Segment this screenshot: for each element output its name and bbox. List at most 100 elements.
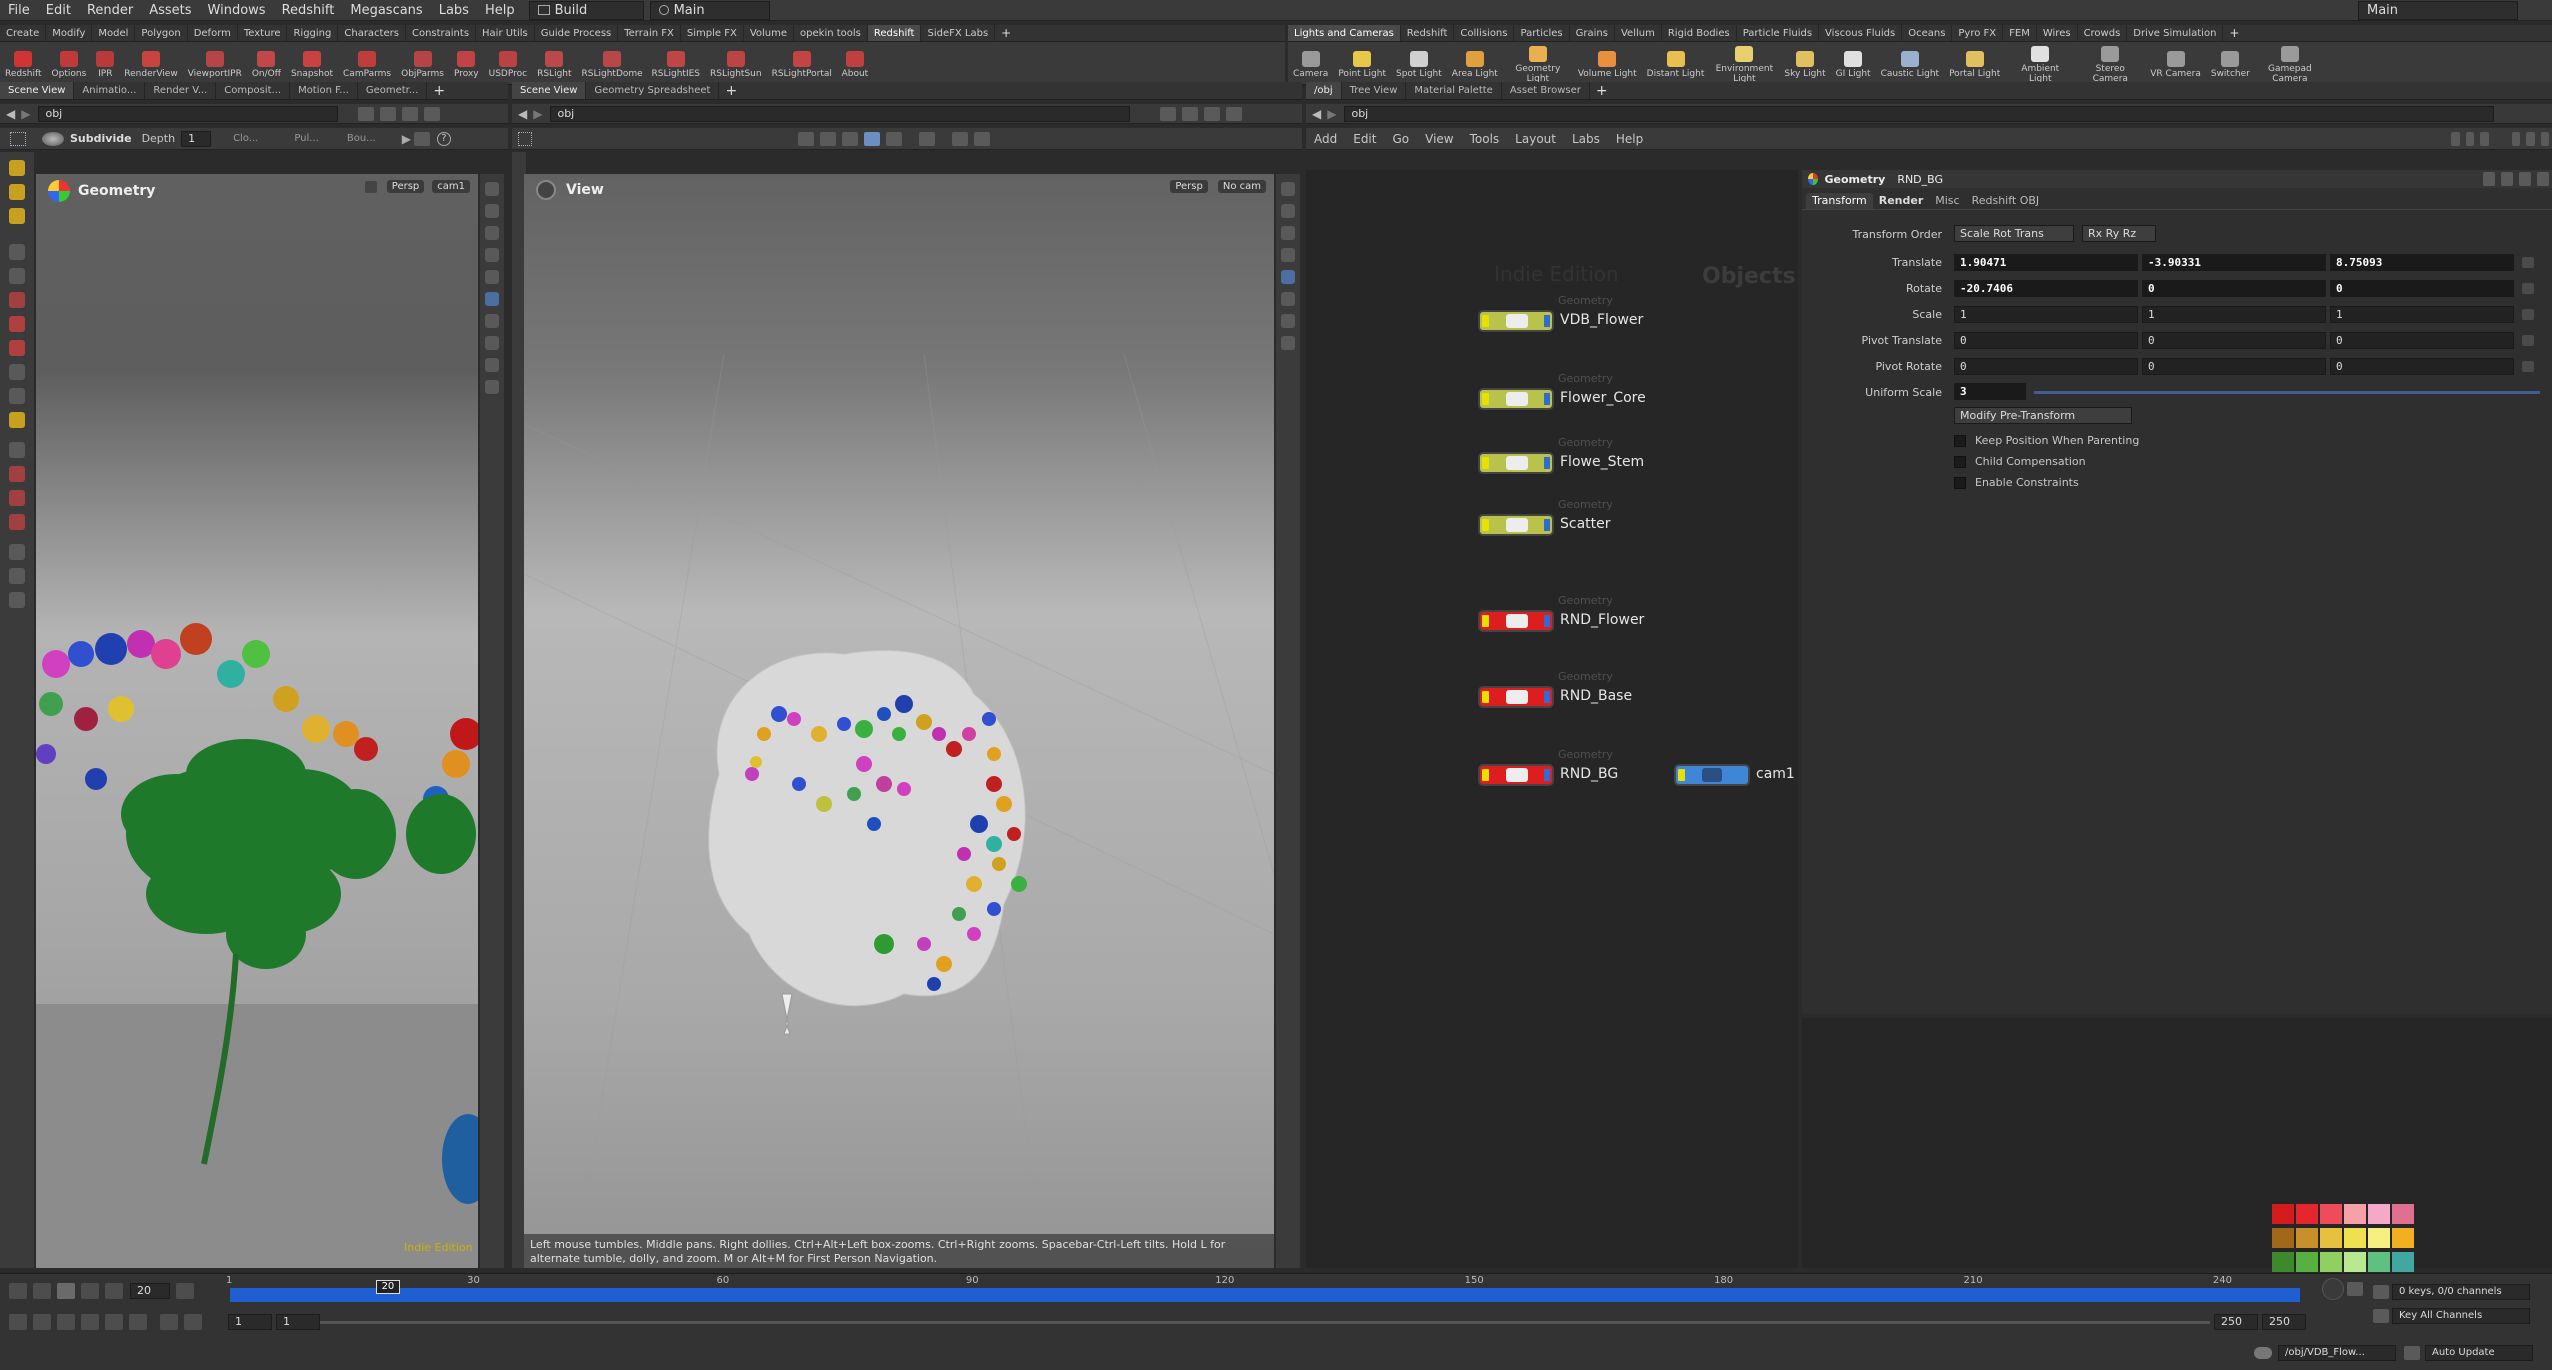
clo-button[interactable]: Clo... (233, 133, 258, 144)
palette-swatch[interactable] (2368, 1252, 2390, 1272)
status-refresh-icon[interactable] (2404, 1346, 2420, 1360)
menu-assets[interactable]: Assets (141, 0, 199, 21)
key-channels-icon[interactable] (2373, 1309, 2389, 1323)
toolbar-options-icon[interactable] (413, 131, 430, 146)
scale-field-y[interactable]: 1 (2142, 306, 2326, 323)
display-flag-icon[interactable] (1482, 457, 1489, 469)
range-icon-8[interactable] (184, 1314, 202, 1330)
channel-menu-icon[interactable] (2522, 283, 2534, 294)
mid-display-icon-7[interactable] (1281, 314, 1295, 328)
jump-start-icon[interactable] (9, 1283, 27, 1299)
snap-grid-icon[interactable] (798, 131, 814, 146)
pivot-rotate-field-x[interactable]: 0 (1954, 358, 2138, 375)
net-menu-layout[interactable]: Layout (1507, 132, 1564, 146)
rot-order-select[interactable]: Rx Ry Rz (2082, 225, 2156, 242)
palette-swatch[interactable] (2296, 1228, 2318, 1248)
palette-swatch[interactable] (2368, 1204, 2390, 1224)
palette-swatch[interactable] (2320, 1252, 2342, 1272)
net-menu-add[interactable]: Add (1306, 132, 1345, 146)
translate-field-x[interactable]: 1.90471 (1954, 254, 2138, 271)
current-frame-field[interactable]: 20 (130, 1283, 170, 1299)
param-tab-misc[interactable]: Misc (1929, 193, 1965, 209)
left-tab-composite[interactable]: Composit... (216, 82, 291, 99)
pul-button[interactable]: Pul... (294, 133, 319, 144)
left-shelf-tool-snapshot[interactable]: Snapshot (286, 47, 338, 79)
mid-display-icon-6[interactable] (1281, 292, 1295, 306)
right-shelf-add-icon[interactable]: + (2223, 26, 2245, 40)
right-shelf-tool-vr-camera[interactable]: VR Camera (2145, 47, 2206, 79)
audio-icon[interactable] (2322, 1278, 2344, 1300)
child-compensation-checkbox[interactable] (1954, 455, 1966, 468)
node-scatter[interactable] (1478, 514, 1554, 536)
menu-edit[interactable]: Edit (38, 0, 79, 21)
display-flag-icon[interactable] (1482, 519, 1489, 531)
left-shelf-tool-redshift[interactable]: Redshift (0, 47, 47, 79)
palette-swatch[interactable] (2272, 1228, 2294, 1248)
palette-swatch[interactable] (2320, 1204, 2342, 1224)
mid-display-icon-5[interactable] (1281, 270, 1295, 284)
mid-tab-scene-view[interactable]: Scene View (512, 82, 587, 99)
grid-dots-icon[interactable] (10, 131, 26, 146)
desktop-select[interactable]: Build (528, 0, 644, 20)
left-shelf-tool-rslightportal[interactable]: RSLightPortal (767, 47, 837, 79)
right-shelf-tool-spot-light[interactable]: Spot Light (1391, 47, 1447, 79)
node-name-label[interactable]: Flower_Core (1560, 390, 1646, 406)
param-info-icon[interactable] (2519, 172, 2531, 186)
left-shelf-tool-ipr[interactable]: IPR (91, 47, 119, 79)
layout-icon[interactable] (402, 106, 419, 121)
mid-layout-icon[interactable] (1204, 106, 1221, 121)
maximize-icon[interactable] (424, 106, 441, 121)
mid-viewport[interactable]: View Persp No cam Left mouse tumbles. Mi… (524, 174, 1274, 1268)
node-rnd-base[interactable] (1478, 686, 1554, 708)
display-flag-icon[interactable] (1482, 769, 1489, 781)
render-flag-icon[interactable] (1544, 769, 1550, 781)
mid-display-icon-8[interactable] (1281, 336, 1295, 350)
time-slider[interactable]: 20 (230, 1280, 2300, 1302)
left-shelf-tab-modify[interactable]: Modify (46, 25, 93, 41)
left-tab-scene-view[interactable]: Scene View (0, 82, 75, 99)
right-shelf-tool-caustic-light[interactable]: Caustic Light (1876, 47, 1945, 79)
right-shelf-tool-environment-light[interactable]: Environment Light (1709, 42, 1779, 84)
left-shelf-tab-redshift[interactable]: Redshift (867, 25, 922, 41)
palette-swatch[interactable] (2344, 1228, 2366, 1248)
rotate-field-x[interactable]: -20.7406 (1954, 280, 2138, 297)
render-flag-icon[interactable] (1544, 615, 1550, 627)
display-icon-8[interactable] (485, 336, 499, 350)
left-shelf-tab-model[interactable]: Model (92, 25, 136, 41)
display-icon-5[interactable] (485, 270, 499, 284)
right-path-field[interactable]: obj (1344, 105, 2495, 122)
visibility-tool-icon[interactable] (9, 568, 25, 584)
range-icon-2[interactable] (33, 1314, 51, 1330)
left-shelf-tab-guide-process[interactable]: Guide Process (535, 25, 619, 41)
right-tab-tree-view[interactable]: Tree View (1342, 82, 1407, 99)
pin-icon[interactable] (358, 106, 375, 121)
horseshoe-tool-icon[interactable] (9, 514, 25, 530)
add-tab-icon[interactable]: + (433, 83, 445, 99)
left-shelf-tab-create[interactable]: Create (0, 25, 47, 41)
mid-back-icon[interactable]: ◀ (518, 107, 527, 121)
snap-point-icon[interactable] (842, 131, 858, 146)
handle-tool-icon[interactable] (9, 208, 25, 224)
render-flag-icon[interactable] (1544, 457, 1550, 469)
param-search-icon[interactable] (2501, 172, 2513, 186)
palette-swatch[interactable] (2392, 1228, 2414, 1248)
left-shelf-tool-objparms[interactable]: ObjParms (396, 47, 449, 79)
select-tool-icon[interactable] (9, 160, 25, 176)
node-name-label[interactable]: RND_BG (1560, 766, 1618, 782)
right-shelf-tool-area-light[interactable]: Area Light (1447, 47, 1503, 79)
pivot-translate-field-y[interactable]: 0 (2142, 332, 2326, 349)
mid-display-icon-4[interactable] (1281, 248, 1295, 262)
range-icon-5[interactable] (105, 1314, 123, 1330)
right-add-tab-icon[interactable]: + (1596, 83, 1608, 99)
left-shelf-tab-constraints[interactable]: Constraints (406, 25, 477, 41)
display-icon-2[interactable] (485, 204, 499, 218)
mid-grid-icon[interactable] (518, 131, 532, 146)
left-shelf-add-icon[interactable]: + (995, 26, 1017, 40)
loop-icon[interactable] (57, 1314, 75, 1330)
net-menu-tools[interactable]: Tools (1462, 132, 1508, 146)
depth-field[interactable]: 1 (181, 130, 212, 147)
mid-path-field[interactable]: obj (550, 105, 1131, 122)
palette-swatch[interactable] (2272, 1204, 2294, 1224)
left-tab-animation[interactable]: Animatio... (74, 82, 146, 99)
display-flag-icon[interactable] (1482, 615, 1489, 627)
